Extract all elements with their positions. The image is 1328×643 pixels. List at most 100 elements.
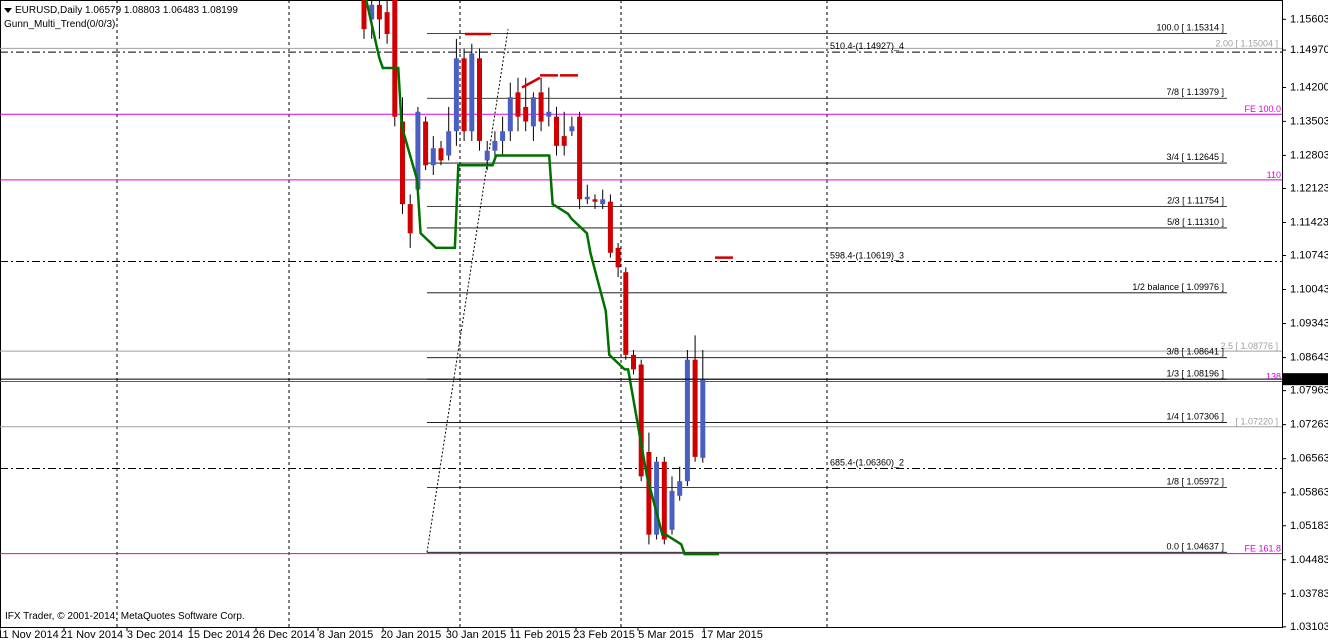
candle-body bbox=[623, 272, 629, 355]
date-tick-label: 21 Nov 2014 bbox=[61, 629, 123, 641]
price-tick-label: 1.07263 bbox=[1290, 419, 1328, 431]
date-tick-label: 26 Dec 2014 bbox=[253, 629, 315, 641]
price-tick-label: 1.03103 bbox=[1290, 621, 1328, 633]
time-level-label: 685.4-(1.06360)_2 bbox=[830, 458, 904, 468]
gann-level-label: 1/4 [ 1.07306 ] bbox=[1166, 412, 1224, 422]
magenta-level-label: 110 bbox=[1267, 170, 1281, 180]
candle-body bbox=[461, 58, 467, 132]
candle-body bbox=[430, 148, 436, 166]
date-tick-label: 3 Dec 2014 bbox=[127, 629, 183, 641]
resistance-marker bbox=[521, 76, 541, 89]
gann-level-label: 100.0 [ 1.15314 ] bbox=[1156, 22, 1224, 32]
indicator-name: Gunn_Multi_Trend(0/0/3) bbox=[4, 19, 116, 30]
dropdown-arrow-icon[interactable] bbox=[4, 7, 12, 13]
symbol-info: EURUSD,Daily 1.06579 1.08803 1.06483 1.0… bbox=[15, 5, 238, 16]
magenta-level-label: FE 161.8 bbox=[1244, 544, 1281, 554]
date-tick-label: 8 Jan 2015 bbox=[319, 629, 373, 641]
candle-body bbox=[631, 354, 636, 370]
candle-body bbox=[661, 461, 667, 540]
candle-body bbox=[492, 140, 498, 151]
candle-body bbox=[438, 148, 444, 161]
copyright-text: IFX Trader, © 2001-2014, MetaQuotes Soft… bbox=[5, 611, 245, 622]
current-price-label: 1.08199 bbox=[1288, 374, 1328, 386]
magenta-level-label: 138 bbox=[1266, 372, 1281, 382]
candle-body bbox=[469, 53, 475, 132]
candle-body bbox=[484, 150, 490, 161]
candle-body bbox=[446, 131, 452, 156]
chart-header: EURUSD,Daily 1.06579 1.08803 1.06483 1.0… bbox=[4, 4, 238, 32]
candle-body bbox=[477, 58, 482, 141]
candle-body bbox=[607, 201, 613, 253]
gann-level-label: 3/8 [ 1.08641 ] bbox=[1166, 347, 1224, 357]
gray-level-label: 2.00 [ 1.15004 ] bbox=[1215, 38, 1278, 48]
price-tick-label: 1.10743 bbox=[1290, 250, 1328, 262]
price-tick-label: 1.12123 bbox=[1290, 182, 1328, 194]
candle-body bbox=[554, 116, 559, 146]
gann-level-label: 3/4 [ 1.12645 ] bbox=[1166, 152, 1224, 162]
candle-body bbox=[507, 97, 513, 132]
candle-body bbox=[500, 131, 506, 141]
price-tick-label: 1.10043 bbox=[1290, 284, 1328, 296]
candle-body bbox=[692, 359, 698, 457]
candle-body bbox=[361, 0, 367, 30]
date-tick-label: 11 Nov 2014 bbox=[0, 629, 59, 641]
price-tick-label: 1.09343 bbox=[1290, 318, 1328, 330]
gray-level-label: [ 1.07220 ] bbox=[1235, 417, 1278, 427]
gray-level-label: 2.5 [ 1.08776 ] bbox=[1220, 341, 1278, 351]
candle-body bbox=[530, 97, 536, 127]
candle-body bbox=[407, 204, 413, 234]
diagonal-trend-line bbox=[426, 29, 509, 553]
price-tick-label: 1.05183 bbox=[1290, 520, 1328, 532]
candle-body bbox=[392, 0, 398, 117]
price-chart[interactable]: 2.00 [ 1.15004 ] 2.5 [ 1.08776 ] [ 1.0722… bbox=[0, 0, 1328, 643]
candle-body bbox=[376, 4, 382, 20]
candle-body bbox=[538, 92, 544, 122]
candle-body bbox=[592, 199, 598, 202]
candle-body bbox=[453, 58, 459, 132]
price-tick-label: 1.04483 bbox=[1290, 554, 1328, 566]
candle-body bbox=[523, 106, 529, 122]
gann-level-label: 0.0 [ 1.04637 ] bbox=[1166, 541, 1224, 551]
magenta-level-label: FE 100.0 bbox=[1244, 104, 1281, 114]
date-tick-label: 11 Feb 2015 bbox=[510, 629, 571, 641]
candle-body bbox=[700, 379, 706, 458]
price-tick-label: 1.13503 bbox=[1290, 115, 1328, 127]
candle-body bbox=[600, 199, 606, 205]
price-tick-label: 1.14970 bbox=[1290, 44, 1328, 56]
date-tick-label: 15 Dec 2014 bbox=[188, 629, 250, 641]
date-tick-label: 17 Mar 2015 bbox=[701, 629, 763, 641]
time-level-label: 510.4-(1.14927)_4 bbox=[830, 41, 904, 51]
gann-level-label: 1/2 balance [ 1.09976 ] bbox=[1132, 282, 1224, 292]
price-tick-label: 1.03783 bbox=[1290, 588, 1328, 600]
candle-body bbox=[669, 490, 675, 530]
candle-body bbox=[515, 92, 521, 117]
candle-body bbox=[569, 126, 575, 132]
candle-body bbox=[584, 196, 590, 200]
date-tick-label: 5 Mar 2015 bbox=[638, 629, 694, 641]
plot-frame bbox=[0, 0, 1283, 628]
time-level-label: 598.4-(1.10619)_3 bbox=[830, 251, 904, 261]
price-tick-label: 1.15603 bbox=[1290, 13, 1328, 25]
price-tick-label: 1.07963 bbox=[1290, 385, 1328, 397]
price-tick-label: 1.06563 bbox=[1290, 453, 1328, 465]
gann-level-label: 2/3 [ 1.11754 ] bbox=[1167, 195, 1224, 205]
price-tick-label: 1.14200 bbox=[1290, 81, 1328, 93]
price-tick-label: 1.05863 bbox=[1290, 487, 1328, 499]
gann-level-label: 1/3 [ 1.08196 ] bbox=[1166, 368, 1224, 378]
date-tick-label: 23 Feb 2015 bbox=[573, 629, 635, 641]
candle-body bbox=[561, 136, 567, 146]
candle-body bbox=[615, 247, 621, 268]
price-tick-label: 1.08643 bbox=[1290, 352, 1328, 364]
date-tick-label: 20 Jan 2015 bbox=[381, 629, 442, 641]
price-tick-label: 1.11423 bbox=[1290, 216, 1328, 228]
price-tick-label: 1.12803 bbox=[1290, 149, 1328, 161]
gann-level-label: 5/8 [ 1.11310 ] bbox=[1167, 217, 1224, 227]
candle-body bbox=[546, 111, 552, 117]
candle-body bbox=[577, 116, 583, 200]
gann-level-label: 7/8 [ 1.13979 ] bbox=[1166, 87, 1224, 97]
candle-body bbox=[423, 121, 429, 166]
candle-body bbox=[384, 12, 390, 35]
gann-level-label: 1/8 [ 1.05972 ] bbox=[1166, 476, 1224, 486]
date-tick-label: 30 Jan 2015 bbox=[446, 629, 507, 641]
candle-body bbox=[684, 359, 690, 482]
